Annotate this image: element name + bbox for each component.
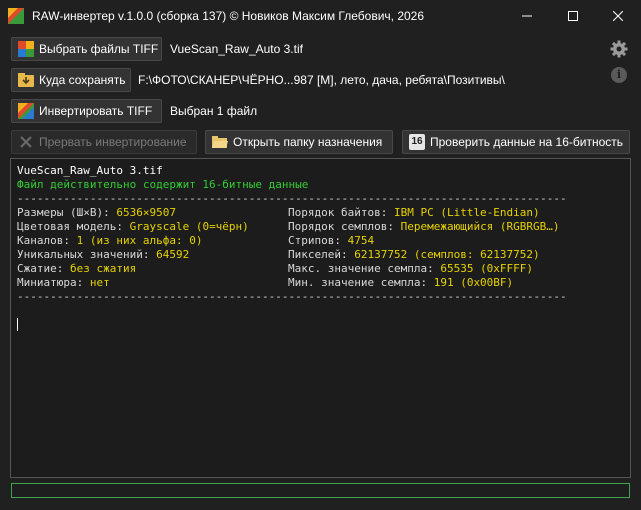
x-icon [20, 136, 32, 148]
save-path: F:\ФОТО\СКАНЕР\ЧЁРНО...987 [M], лето, да… [138, 73, 505, 87]
multicolor-tiles-icon [18, 103, 34, 119]
info-row: Сжатие: без сжатия Макс. значение семпла:… [17, 262, 624, 276]
selected-filename: VueScan_Raw_Auto 3.tif [170, 42, 303, 56]
open-folder-button[interactable]: Открыть папку назначения [205, 130, 393, 154]
invert-label: Инвертировать TIFF [39, 104, 153, 118]
check-16bit-button[interactable]: 16 Проверить данные на 16-битность [402, 130, 630, 154]
info-row: Цветовая модель: Grayscale (0=чёрн) Поряд… [17, 220, 624, 234]
left-info-pair: Миниатюра: нет [17, 276, 110, 289]
right-info-pair: Макс. значение семпла: 65535 (0xFFFF) [288, 262, 533, 276]
info-value: 1 (из них альфа: 0) [76, 234, 203, 247]
app-icon [8, 8, 24, 24]
info-row: Размеры (Ш×В): 6536×9507 Порядок байтов: … [17, 206, 624, 220]
right-info-pair: Стрипов: 4754 [288, 234, 374, 248]
right-info-pair: Пикселей: 62137752 (семплов: 62137752) [288, 248, 540, 262]
info-row: Уникальных значений: 64592 Пикселей: 6213… [17, 248, 624, 262]
info-icon[interactable]: i [611, 67, 627, 83]
info-value: 64592 [156, 248, 190, 261]
window-title: RAW-инвертер v.1.0.0 (сборка 137) © Нови… [32, 9, 425, 23]
close-button[interactable] [595, 0, 641, 32]
console-filename: VueScan_Raw_Auto 3.tif [17, 164, 163, 177]
left-info-pair: Уникальных значений: 64592 [17, 248, 189, 261]
console-status: Файл действительно содержит 16-битные да… [17, 178, 309, 191]
multicolor-tiles-icon [18, 41, 34, 57]
info-value: 65535 (0xFFFF) [440, 262, 534, 275]
info-value: 4754 [347, 234, 375, 247]
selected-count: Выбран 1 файл [170, 104, 258, 118]
info-value: нет [89, 276, 110, 289]
info-value: IBM PC (Little-Endian) [393, 206, 540, 219]
text-cursor [17, 318, 18, 331]
right-info-pair: Мин. значение семпла: 191 (0x00BF) [288, 276, 513, 290]
minimize-button[interactable] [504, 0, 550, 32]
info-label: Мин. значение семпла: [288, 276, 434, 289]
open-folder-label: Открыть папку назначения [233, 135, 383, 149]
info-value: без сжатия [69, 262, 137, 275]
abort-label: Прервать инвертирование [39, 135, 187, 149]
info-label: Уникальных значений: [17, 248, 157, 261]
maximize-icon [568, 11, 578, 21]
info-row: Каналов: 1 (из них альфа: 0) Стрипов: 475… [17, 234, 624, 248]
download-folder-icon [18, 73, 34, 87]
info-value: 6536×9507 [116, 206, 176, 219]
abort-button[interactable]: Прервать инвертирование [11, 130, 197, 154]
info-value: 191 (0x00BF) [433, 276, 514, 289]
info-label: Стрипов: [288, 234, 348, 247]
16-badge-icon: 16 [409, 134, 425, 150]
left-info-pair: Размеры (Ш×В): 6536×9507 [17, 206, 176, 219]
info-label: Миниатюра: [17, 276, 90, 289]
right-info-pair: Порядок байтов: IBM PC (Little-Endian) [288, 206, 540, 220]
info-value: 62137752 (семплов: 62137752) [354, 248, 540, 261]
info-value: Grayscale (0=чёрн) [129, 220, 249, 233]
console-separator: ----------------------------------------… [17, 290, 567, 303]
info-label: Цветовая модель: [17, 220, 130, 233]
info-label: Размеры (Ш×В): [17, 206, 117, 219]
maximize-button[interactable] [550, 0, 596, 32]
save-to-label: Куда сохранять [39, 73, 126, 87]
output-console[interactable]: VueScan_Raw_Auto 3.tif Файл действительн… [10, 158, 631, 478]
save-to-button[interactable]: Куда сохранять [11, 68, 131, 92]
right-info-pair: Порядок семплов: Перемежающийся (RGBRGB…… [288, 220, 560, 234]
progress-bar [11, 483, 630, 498]
select-files-button[interactable]: Выбрать файлы TIFF [11, 37, 162, 61]
title-bar: RAW-инвертер v.1.0.0 (сборка 137) © Нови… [0, 0, 641, 32]
info-label: Макс. значение семпла: [288, 262, 441, 275]
info-label: Порядок байтов: [288, 206, 394, 219]
close-icon [613, 11, 623, 21]
info-label: Каналов: [17, 234, 77, 247]
info-row: Миниатюра: нет Мин. значение семпла: 191 … [17, 276, 624, 290]
folder-icon [212, 136, 228, 148]
left-info-pair: Каналов: 1 (из них альфа: 0) [17, 234, 202, 247]
console-separator: ----------------------------------------… [17, 192, 567, 205]
left-info-pair: Сжатие: без сжатия [17, 262, 136, 275]
left-info-pair: Цветовая модель: Grayscale (0=чёрн) [17, 220, 249, 233]
invert-button[interactable]: Инвертировать TIFF [11, 99, 162, 123]
minimize-icon [522, 15, 532, 17]
gear-icon[interactable] [610, 40, 628, 58]
info-rows: Размеры (Ш×В): 6536×9507 Порядок байтов: … [17, 206, 624, 290]
info-value: Перемежающийся (RGBRGB…) [400, 220, 560, 233]
info-label: Сжатие: [17, 262, 70, 275]
select-files-label: Выбрать файлы TIFF [39, 42, 159, 56]
info-label: Порядок семплов: [288, 220, 401, 233]
check-16bit-label: Проверить данные на 16-битность [430, 135, 624, 149]
info-label: Пикселей: [288, 248, 355, 261]
